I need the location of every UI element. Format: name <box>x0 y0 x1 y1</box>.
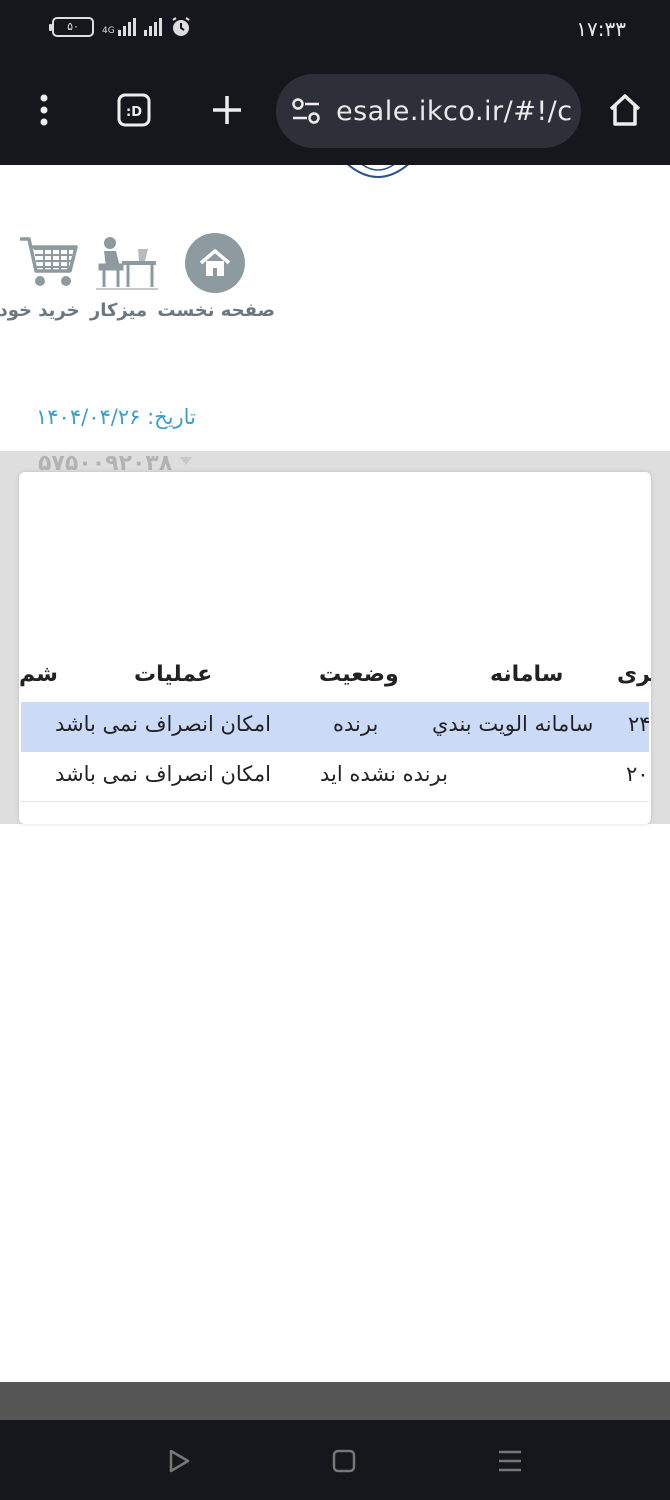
url-text: esale.ikco.ir/#!/c <box>336 96 573 127</box>
clock: ۱۷:۳۳ <box>576 17 626 41</box>
row-id: ۲۰ <box>626 762 649 786</box>
nav-labels: صفحه نخست میزکار خرید خودرو <box>0 300 275 321</box>
system-nav-bar <box>0 1420 670 1500</box>
page-footer-bar <box>0 1382 670 1420</box>
date-label: تاریخ: ۱۴۰۴/۰۴/۲۶ <box>36 405 196 429</box>
new-tab-button[interactable] <box>199 82 255 138</box>
desk-icon[interactable] <box>96 235 158 291</box>
table-row[interactable]: امکان انصراف نمی باشد برنده نشده اید ۲۰ <box>21 752 649 802</box>
nav-label-buy-car[interactable]: خرید خودرو <box>0 300 80 321</box>
row-status: برنده نشده اید <box>320 762 448 786</box>
results-dialog: شم عملیات وضعیت سامانه بری امکان انصراف … <box>19 472 651 824</box>
battery-level: ۵۰ <box>67 20 79 33</box>
nav-label-desk[interactable]: میزکار <box>90 300 147 321</box>
logo-icon <box>347 165 409 178</box>
network-type: 4G <box>102 26 115 36</box>
row-operations: امکان انصراف نمی باشد <box>55 712 271 736</box>
row-system: سامانه الويت بندي <box>432 712 594 736</box>
site-settings-icon[interactable] <box>290 96 322 126</box>
more-menu-button[interactable] <box>16 82 72 138</box>
back-icon <box>169 1449 190 1473</box>
home-icon <box>199 249 231 276</box>
header-id: بری <box>617 662 651 687</box>
row-id: ۲۴ <box>628 712 651 736</box>
back-button[interactable] <box>162 1444 196 1478</box>
home-button[interactable] <box>597 82 653 138</box>
recents-button[interactable] <box>493 1444 527 1478</box>
status-icons: ۵۰ 4G <box>49 16 192 38</box>
home-square-icon <box>332 1449 356 1473</box>
home-icon <box>609 94 641 126</box>
more-menu-icon <box>40 94 48 126</box>
row-operations: امکان انصراف نمی باشد <box>55 762 271 786</box>
signal-icon <box>143 18 162 36</box>
home-nav-button[interactable] <box>327 1444 361 1478</box>
header-code: شم <box>19 662 58 687</box>
table-row[interactable]: امکان انصراف نمی باشد برنده سامانه الويت… <box>21 702 651 752</box>
header-system: سامانه <box>490 662 564 687</box>
status-bar: ۵۰ 4G ۱۷:۳۳ <box>0 0 670 60</box>
url-bar[interactable]: esale.ikco.ir/#!/c <box>276 74 581 148</box>
web-page: صفحه نخست میزکار خرید خودرو تاریخ: ۱۴۰۴/… <box>0 165 670 1382</box>
signal-4g-icon: 4G <box>102 18 136 36</box>
browser-toolbar: :D esale.ikco.ir/#!/c <box>0 60 670 165</box>
new-tab-icon <box>213 96 241 124</box>
nav-home-button[interactable] <box>185 233 245 293</box>
nav-label-home[interactable]: صفحه نخست <box>157 300 275 321</box>
nav-icons <box>0 231 280 301</box>
alarm-icon <box>172 17 190 36</box>
recents-menu-icon <box>499 1450 521 1472</box>
dropdown-arrow-icon <box>180 457 192 465</box>
screen: ۵۰ 4G ۱۷:۳۳ :D esale.ikco.ir/#!/c صفحه ن… <box>0 0 670 1500</box>
header-operations: عملیات <box>134 662 213 687</box>
header-status: وضعیت <box>319 662 399 687</box>
row-status: برنده <box>333 712 379 736</box>
tab-switcher-icon: :D <box>117 93 151 127</box>
tab-switcher-button[interactable]: :D <box>106 82 162 138</box>
battery-icon: ۵۰ <box>49 17 94 37</box>
svg-text::D: :D <box>126 105 142 120</box>
cart-icon[interactable] <box>18 235 80 291</box>
